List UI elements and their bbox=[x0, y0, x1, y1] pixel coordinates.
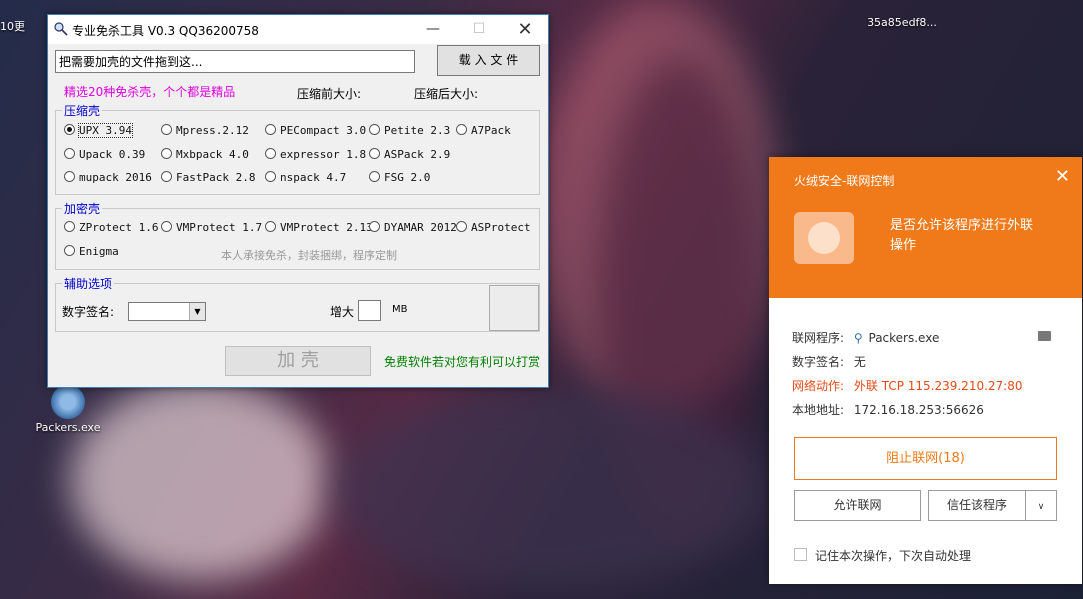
option-enigma[interactable]: Enigma bbox=[64, 245, 119, 258]
enlarge-unit: MB bbox=[392, 304, 408, 315]
signature-row: 数字签名: 无 bbox=[792, 355, 866, 369]
window-title: 专业免杀工具 V0.3 QQ36200758 bbox=[72, 24, 259, 38]
option-a7pack[interactable]: A7Pack bbox=[456, 124, 511, 137]
option-vmprotect-17[interactable]: VMProtect 1.7 bbox=[161, 221, 262, 234]
enlarge-label: 增大 bbox=[330, 305, 355, 319]
enlarge-input[interactable] bbox=[358, 300, 381, 321]
option-petite[interactable]: Petite 2.3 bbox=[369, 124, 450, 137]
firewall-dialog: 火绒安全-联网控制 ✕ 是否允许该程序进行外联操作 联网程序: ⚲ Packer… bbox=[769, 157, 1082, 584]
network-action-row: 网络动作: 外联 TCP 115.239.210.27:80 bbox=[792, 379, 1023, 393]
maximize-button[interactable]: ☐ bbox=[456, 15, 502, 44]
preview-box bbox=[489, 285, 539, 331]
option-expressor[interactable]: expressor 1.8 bbox=[265, 148, 366, 161]
wallpaper-fox bbox=[70, 380, 330, 580]
close-button[interactable]: ✕ bbox=[502, 15, 548, 44]
aux-group: 辅助选项 数字签名: ▼ 增大 MB bbox=[55, 275, 540, 332]
block-network-button[interactable]: 阻止联网(18) bbox=[794, 437, 1057, 480]
size-after-label: 压缩后大小: bbox=[414, 87, 479, 101]
file-path-input[interactable]: 把需要加壳的文件拖到这... bbox=[55, 50, 415, 73]
shield-icon bbox=[794, 212, 854, 264]
firewall-question: 是否允许该程序进行外联操作 bbox=[890, 218, 1034, 253]
signature-select[interactable]: ▼ bbox=[128, 302, 206, 321]
signature-label: 数字签名: bbox=[62, 305, 115, 319]
option-upack[interactable]: Upack 0.39 bbox=[64, 148, 145, 161]
desktop-icon-label: Packers.exe bbox=[35, 421, 101, 434]
option-mpress[interactable]: Mpress.2.12 bbox=[161, 124, 249, 137]
magnifier-icon bbox=[54, 22, 68, 36]
local-address-row: 本地地址: 172.16.18.253:56626 bbox=[792, 403, 984, 417]
compress-group: 压缩壳 UPX 3.94 Mpress.2.12 PECompact 3.0 P… bbox=[55, 102, 540, 195]
desktop-icon-partial[interactable]: 10更 bbox=[0, 18, 34, 34]
compress-group-title: 压缩壳 bbox=[62, 102, 103, 119]
option-vmprotect-213[interactable]: VMProtect 2.13 bbox=[265, 221, 373, 234]
option-aspack[interactable]: ASPack 2.9 bbox=[369, 148, 450, 161]
option-nspack[interactable]: nspack 4.7 bbox=[265, 171, 346, 184]
option-zprotect[interactable]: ZProtect 1.6 bbox=[64, 221, 158, 234]
option-fastpack[interactable]: FastPack 2.8 bbox=[161, 171, 255, 184]
title-bar[interactable]: 专业免杀工具 V0.3 QQ36200758 — ☐ ✕ bbox=[48, 15, 548, 44]
service-note: 本人承接免杀，封装捆绑，程序定制 bbox=[221, 249, 397, 262]
option-upx[interactable]: UPX 3.94 bbox=[64, 123, 133, 138]
remember-checkbox[interactable] bbox=[794, 548, 807, 561]
firewall-title: 火绒安全-联网控制 bbox=[794, 174, 895, 188]
magnifier-icon: ⚲ bbox=[853, 331, 863, 345]
option-mupack[interactable]: mupack 2016 bbox=[64, 171, 152, 184]
gear-icon bbox=[51, 385, 85, 419]
trust-program-button[interactable]: 信任该程序 bbox=[928, 490, 1026, 521]
allow-network-button[interactable]: 允许联网 bbox=[794, 490, 921, 521]
close-icon[interactable]: ✕ bbox=[1055, 166, 1070, 187]
load-file-button[interactable]: 载 入 文 件 bbox=[437, 45, 540, 76]
program-row: 联网程序: ⚲ Packers.exe bbox=[792, 331, 940, 345]
pack-button[interactable]: 加 壳 bbox=[225, 346, 371, 376]
promo-text: 精选20种免杀壳，个个都是精品 bbox=[64, 85, 236, 99]
aux-group-title: 辅助选项 bbox=[62, 275, 115, 292]
option-fsg[interactable]: FSG 2.0 bbox=[369, 171, 430, 184]
trust-dropdown-button[interactable]: ∨ bbox=[1025, 490, 1057, 521]
size-before-label: 压缩前大小: bbox=[297, 87, 362, 101]
remember-label: 记住本次操作，下次自动处理 bbox=[815, 549, 972, 563]
desktop-icon-label: 10更 bbox=[0, 20, 25, 33]
minimize-button[interactable]: — bbox=[410, 15, 456, 44]
tip-text: 免费软件若对您有利可以打赏 bbox=[384, 355, 541, 369]
radio-selected bbox=[64, 124, 75, 135]
packer-window: 专业免杀工具 V0.3 QQ36200758 — ☐ ✕ 把需要加壳的文件拖到这… bbox=[47, 14, 549, 388]
firewall-header: 火绒安全-联网控制 ✕ 是否允许该程序进行外联操作 bbox=[769, 157, 1082, 298]
encrypt-group: 加密壳 ZProtect 1.6 VMProtect 1.7 VMProtect… bbox=[55, 200, 540, 270]
desktop-icon-label: 35a85edf8... bbox=[867, 16, 937, 29]
option-dyamar[interactable]: DYAMAR 2012 bbox=[369, 221, 457, 234]
option-asprotect[interactable]: ASProtect bbox=[456, 221, 531, 234]
chevron-down-icon[interactable]: ▼ bbox=[189, 303, 205, 320]
desktop-icon-packers[interactable]: Packers.exe bbox=[30, 385, 106, 434]
desktop-icon-file[interactable]: 35a85edf8... bbox=[862, 0, 942, 29]
folder-icon[interactable] bbox=[1038, 331, 1051, 341]
encrypt-group-title: 加密壳 bbox=[62, 200, 103, 217]
option-pecompact[interactable]: PECompact 3.0 bbox=[265, 124, 366, 137]
chevron-down-icon: ∨ bbox=[1037, 502, 1045, 512]
option-mxbpack[interactable]: Mxbpack 4.0 bbox=[161, 148, 249, 161]
wallpaper-cloth bbox=[330, 390, 770, 590]
